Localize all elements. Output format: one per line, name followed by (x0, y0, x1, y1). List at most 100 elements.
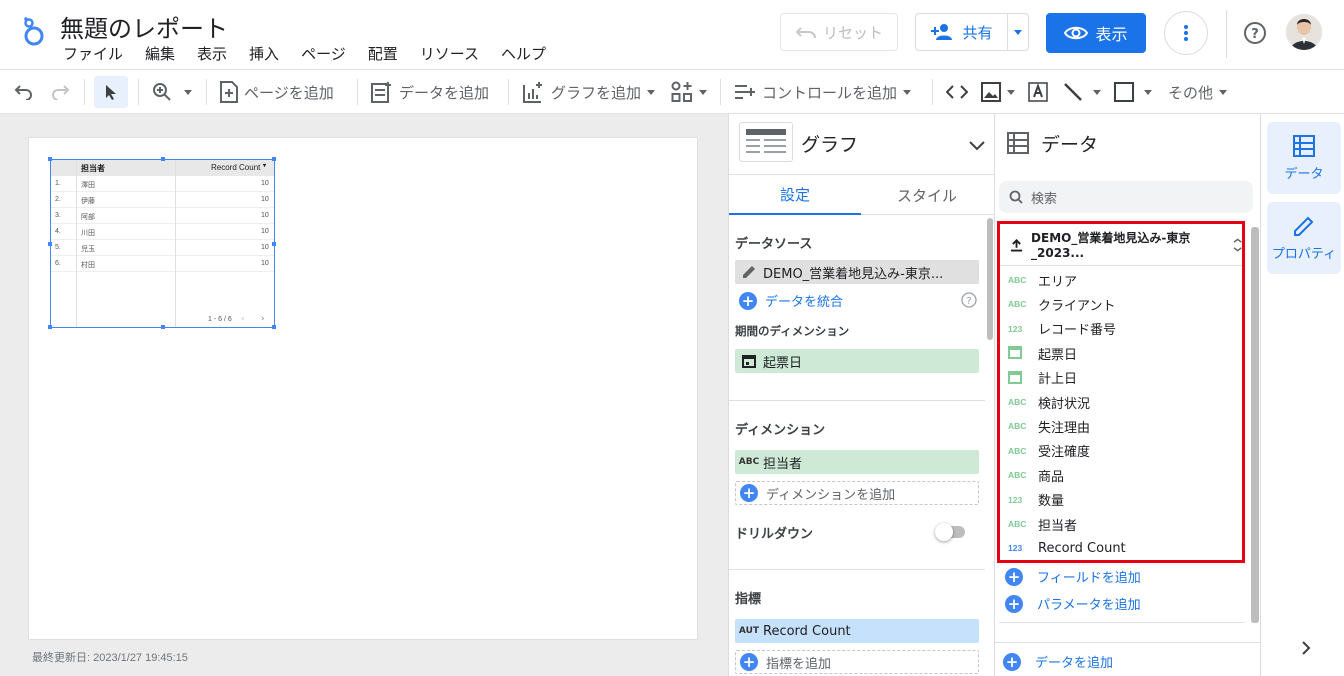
share-button[interactable]: 共有 (915, 13, 1029, 51)
resize-handle[interactable] (48, 325, 52, 329)
data-field-item[interactable]: ABC 失注理由 (1000, 414, 1242, 438)
column-header-record-count[interactable]: Record Count (211, 163, 260, 172)
search-input[interactable]: 検索 (1031, 188, 1057, 207)
resize-handle[interactable] (272, 242, 276, 246)
table-row[interactable]: 1. 澤田 10 (51, 176, 274, 192)
data-field-item[interactable]: 計上日 (1000, 366, 1242, 390)
add-component-button[interactable] (671, 70, 707, 114)
chart-type-selector[interactable] (739, 122, 793, 162)
chevron-down-icon[interactable] (969, 136, 985, 155)
text-button[interactable] (1027, 70, 1049, 114)
data-field-item[interactable]: ABC 受注確度 (1000, 439, 1242, 463)
data-field-item[interactable]: ABC クライアント (1000, 292, 1242, 316)
table-row[interactable]: 4. 川田 10 (51, 224, 274, 240)
prev-page-icon[interactable]: ‹ (241, 314, 245, 324)
undo-button[interactable] (14, 70, 34, 114)
menu-view[interactable]: 表示 (186, 43, 238, 64)
panel-scrollbar[interactable] (1251, 227, 1259, 623)
report-title[interactable]: 無題のレポート (60, 9, 228, 44)
image-button[interactable] (981, 70, 1015, 114)
table-row[interactable]: 6. 村田 10 (51, 256, 274, 272)
metric-chip[interactable]: AUT Record Count (735, 619, 979, 643)
add-data-link[interactable]: + データを追加 (1003, 652, 1113, 671)
panel-scrollbar[interactable] (987, 218, 993, 340)
add-data-button[interactable]: データを追加 (371, 70, 489, 114)
table-row[interactable]: 5. 児玉 10 (51, 240, 274, 256)
rail-data-button[interactable]: データ (1267, 122, 1341, 194)
toolbar-divider (206, 79, 207, 105)
rail-properties-button[interactable]: プロパティ (1267, 202, 1341, 274)
looker-studio-logo-icon[interactable] (20, 16, 46, 52)
add-parameter-link[interactable]: + パラメータを追加 (1005, 594, 1141, 613)
report-page[interactable]: 担当者 Record Count ▾ 1. 澤田 10 2. 伊藤 10 3. 阿部 10 … (28, 137, 698, 640)
share-dropdown[interactable] (1008, 29, 1028, 35)
sort-desc-icon[interactable]: ▾ (263, 162, 266, 169)
resize-handle[interactable] (48, 157, 52, 161)
field-name: 起票日 (1038, 347, 1078, 363)
data-field-item[interactable]: ABC 商品 (1000, 463, 1242, 487)
data-source-header[interactable]: DEMO_営業着地見込み-東京_2023... (1000, 224, 1242, 266)
add-field-link[interactable]: + フィールドを追加 (1005, 567, 1141, 586)
more-button[interactable]: その他 (1168, 70, 1228, 114)
resize-handle[interactable] (161, 157, 165, 161)
add-dimension-button[interactable]: + ディメンションを追加 (735, 481, 979, 505)
pencil-icon (1294, 216, 1314, 236)
tab-style[interactable]: スタイル (861, 175, 993, 215)
last-updated-text: 最終更新日: 2023/1/27 19:45:15 (32, 652, 188, 664)
data-field-item[interactable]: 起票日 (1000, 341, 1242, 365)
menu-help[interactable]: ヘルプ (490, 43, 557, 64)
toolbar-divider (932, 79, 933, 105)
table-row[interactable]: 2. 伊藤 10 (51, 192, 274, 208)
blend-data-link[interactable]: + データを統合 (739, 291, 843, 310)
help-icon[interactable]: ? (961, 292, 977, 312)
view-button[interactable]: 表示 (1046, 13, 1146, 53)
field-search[interactable]: 検索 (999, 181, 1253, 213)
toolbar-divider (84, 79, 85, 105)
menu-file[interactable]: ファイル (52, 43, 134, 64)
line-button[interactable] (1063, 70, 1101, 114)
resize-handle[interactable] (272, 325, 276, 329)
field-type-badge: 123 (1008, 494, 1023, 505)
collapse-icon[interactable] (1233, 238, 1242, 252)
data-field-item[interactable]: 123 レコード番号 (1000, 317, 1242, 341)
column-header-assignee[interactable]: 担当者 (81, 163, 105, 174)
menu-page[interactable]: ページ (290, 43, 357, 64)
redo-button[interactable] (50, 70, 70, 114)
embed-code-button[interactable] (946, 70, 968, 114)
data-field-item[interactable]: ABC 担当者 (1000, 512, 1242, 536)
menu-edit[interactable]: 編集 (134, 43, 186, 64)
data-field-item[interactable]: 123 数量 (1000, 488, 1242, 512)
user-avatar[interactable] (1286, 14, 1322, 50)
date-dimension-chip[interactable]: 起票日 (735, 349, 979, 373)
dimension-chip[interactable]: ABC 担当者 (735, 450, 979, 474)
menu-insert[interactable]: 挿入 (238, 43, 290, 64)
help-icon[interactable]: ? (1243, 21, 1267, 49)
share-main[interactable]: 共有 (916, 14, 1008, 50)
next-page-icon[interactable]: › (261, 314, 265, 324)
shape-button[interactable] (1114, 70, 1152, 114)
resize-handle[interactable] (48, 242, 52, 246)
edit-icon[interactable] (735, 265, 763, 279)
tab-setup[interactable]: 設定 (729, 175, 861, 215)
menu-resource[interactable]: リソース (409, 43, 490, 64)
add-page-button[interactable]: ページを追加 (220, 70, 334, 114)
chevron-right-icon[interactable] (1301, 640, 1311, 660)
add-control-button[interactable]: コントロールを追加 (734, 70, 912, 114)
table-chart[interactable]: 担当者 Record Count ▾ 1. 澤田 10 2. 伊藤 10 3. 阿部 10 … (48, 157, 276, 329)
add-metric-button[interactable]: + 指標を追加 (735, 650, 979, 674)
data-field-item[interactable]: ABC エリア (1000, 268, 1242, 292)
add-chart-button[interactable]: グラフを追加 (523, 70, 656, 114)
more-options-button[interactable] (1164, 11, 1208, 55)
data-field-item[interactable]: 123 Record Count (1000, 536, 1242, 560)
table-row[interactable]: 3. 阿部 10 (51, 208, 274, 224)
resize-handle[interactable] (161, 325, 165, 329)
drilldown-toggle[interactable] (935, 523, 965, 541)
reset-button[interactable]: リセット (780, 13, 898, 51)
resize-handle[interactable] (272, 157, 276, 161)
data-field-item[interactable]: ABC 検討状況 (1000, 390, 1242, 414)
menu-arrange[interactable]: 配置 (357, 43, 409, 64)
zoom-button[interactable] (152, 70, 192, 114)
section-divider (995, 642, 1261, 643)
select-tool-button[interactable] (94, 76, 128, 108)
data-source-chip[interactable]: DEMO_営業着地見込み-東京... (735, 260, 979, 284)
